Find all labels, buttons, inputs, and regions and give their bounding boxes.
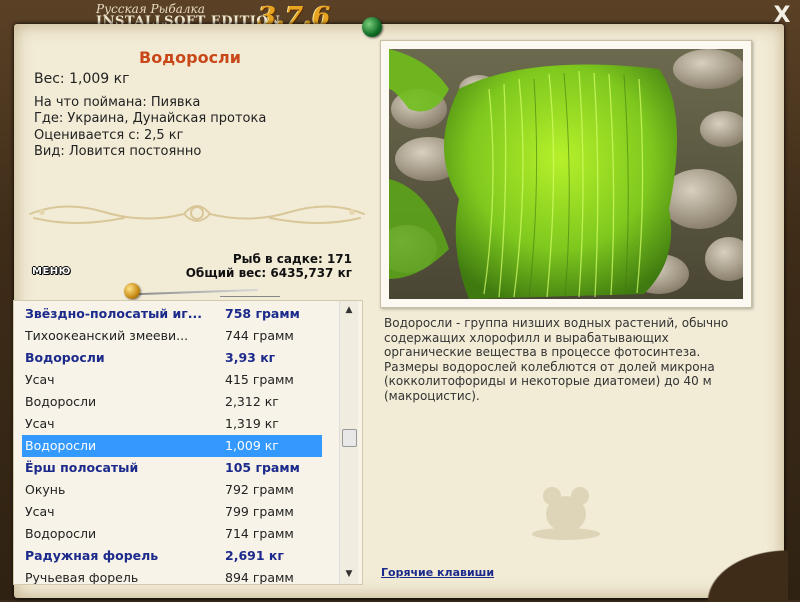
fish-valued-from: Оценивается с: 2,5 кг bbox=[34, 127, 184, 143]
list-item[interactable]: Ручьевая форель 894 грамм bbox=[22, 567, 322, 585]
list-item[interactable]: Усач 1,319 кг bbox=[22, 413, 322, 435]
list-item-weight: 744 грамм bbox=[225, 328, 294, 343]
list-item-weight: 1,009 кг bbox=[225, 438, 279, 453]
list-item-weight: 1,319 кг bbox=[225, 416, 279, 431]
fish-location: Где: Украина, Дунайская протока bbox=[34, 111, 267, 127]
list-item[interactable]: Усач 415 грамм bbox=[22, 369, 322, 391]
list-item-weight: 2,312 кг bbox=[225, 394, 279, 409]
list-item[interactable]: Усач 799 грамм bbox=[22, 501, 322, 523]
list-item-weight: 758 грамм bbox=[225, 306, 300, 321]
page-curl bbox=[648, 512, 788, 602]
list-item[interactable]: Звёздно-полосатый иг... 758 грамм bbox=[22, 303, 322, 325]
list-item-name: Усач bbox=[25, 372, 55, 387]
fish-weight: Вес: 1,009 кг bbox=[34, 71, 130, 87]
list-item[interactable]: Радужная форель 2,691 кг bbox=[22, 545, 322, 567]
list-item-weight: 105 грамм bbox=[225, 460, 300, 475]
ornament-divider bbox=[29, 205, 365, 224]
list-item-weight: 799 грамм bbox=[225, 504, 294, 519]
pin-needle-shadow bbox=[220, 296, 280, 297]
fish-photo-frame bbox=[380, 40, 752, 308]
list-item[interactable]: Окунь 792 грамм bbox=[22, 479, 322, 501]
list-item[interactable]: Ёрш полосатый 105 грамм bbox=[22, 457, 322, 479]
catch-list[interactable]: Звёздно-полосатый иг... 758 грамм Тихоокеа… bbox=[13, 300, 363, 585]
fish-name-title: Водоросли bbox=[139, 48, 241, 67]
fish-caught-on: На что поймана: Пиявка bbox=[34, 95, 201, 110]
menu-button[interactable]: МЕНЮ bbox=[32, 266, 71, 277]
list-item[interactable]: Водоросли 2,312 кг bbox=[22, 391, 322, 413]
fish-type: Вид: Ловится постоянно bbox=[34, 143, 202, 159]
keepnet-summary: Рыб в садке: 171 Общий вес: 6435,737 кг bbox=[150, 252, 352, 280]
list-item-weight: 2,691 кг bbox=[225, 548, 284, 563]
keepnet-count: Рыб в садке: 171 bbox=[232, 252, 352, 266]
list-item-weight: 792 грамм bbox=[225, 482, 294, 497]
list-item-name: Водоросли bbox=[25, 350, 105, 365]
list-item[interactable]: Тихоокеанский змееви... 744 грамм bbox=[22, 325, 322, 347]
list-item-weight: 714 грамм bbox=[225, 526, 294, 541]
fish-info: На что поймана: Пиявка Где: Украина, Дун… bbox=[34, 95, 266, 160]
mouse-stamp-icon bbox=[532, 487, 600, 540]
scrollbar-thumb[interactable] bbox=[342, 429, 357, 447]
keepnet-total-weight: Общий вес: 6435,737 кг bbox=[185, 266, 352, 280]
list-item-name: Ёрш полосатый bbox=[25, 460, 139, 475]
list-item-selected[interactable]: Водоросли 1,009 кг bbox=[22, 435, 322, 457]
list-item[interactable]: Водоросли 714 грамм bbox=[22, 523, 322, 545]
list-item-name: Водоросли bbox=[25, 394, 97, 409]
arrow-down-icon[interactable]: ▼ bbox=[340, 566, 358, 582]
list-item-name: Радужная форель bbox=[25, 548, 159, 563]
list-scrollbar[interactable]: ▲ ▼ bbox=[339, 301, 358, 584]
arrow-up-icon[interactable]: ▲ bbox=[340, 302, 358, 318]
hotkeys-link[interactable]: Горячие клавиши bbox=[381, 566, 494, 579]
pin-icon bbox=[124, 283, 140, 299]
fish-photo bbox=[389, 49, 743, 299]
list-item-name: Водоросли bbox=[25, 526, 97, 541]
list-item[interactable]: Водоросли 3,93 кг bbox=[22, 347, 322, 369]
list-item-name: Водоросли bbox=[25, 438, 97, 453]
list-item-name: Звёздно-полосатый иг... bbox=[25, 306, 203, 321]
list-item-weight: 894 грамм bbox=[225, 570, 294, 585]
list-item-weight: 415 грамм bbox=[225, 372, 294, 387]
fish-description: Водоросли - группа низших водных растени… bbox=[384, 316, 729, 403]
list-item-name: Усач bbox=[25, 504, 55, 519]
list-item-name: Тихоокеанский змееви... bbox=[25, 328, 189, 343]
list-item-name: Усач bbox=[25, 416, 55, 431]
pin-icon bbox=[362, 17, 382, 37]
list-item-name: Окунь bbox=[25, 482, 66, 497]
list-item-weight: 3,93 кг bbox=[225, 350, 276, 365]
list-item-name: Ручьевая форель bbox=[25, 570, 139, 585]
